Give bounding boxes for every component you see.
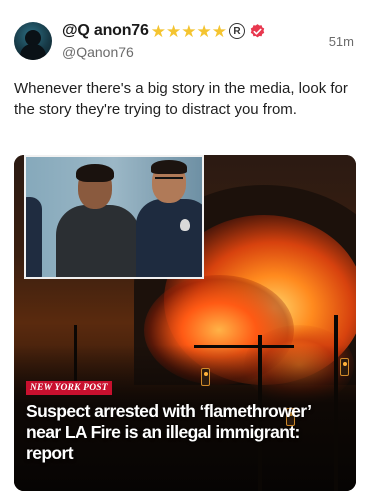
star-icon: ★ <box>196 21 212 41</box>
news-headline: Suspect arrested with ‘flamethrower’ nea… <box>26 401 311 463</box>
traffic-signal-icon <box>340 358 349 376</box>
author-display-name[interactable]: @Q anon76 <box>62 22 149 40</box>
news-source-label: NEW YORK POST <box>26 381 112 395</box>
inset-photo-arrest <box>24 155 204 279</box>
suspect-shirt-shape <box>56 205 140 277</box>
post-timestamp[interactable]: 51m <box>329 34 354 49</box>
suspect-hair-shape <box>76 164 114 182</box>
street-pole <box>194 345 294 348</box>
author-handle[interactable]: @Qanon76 <box>62 44 134 60</box>
avatar[interactable] <box>14 22 52 60</box>
author-name-row: @Q anon76 ★ ★ ★ ★ ★ R <box>62 20 266 42</box>
street-pole <box>74 325 77 385</box>
star-icon: ★ <box>150 21 166 41</box>
police-badge-icon <box>180 219 190 231</box>
star-icon: ★ <box>211 21 227 41</box>
officer-uniform-shape <box>136 199 202 277</box>
verified-badge-icon <box>250 23 265 37</box>
star-emoji-group: ★ ★ ★ ★ ★ <box>151 23 227 40</box>
post-body-text: Whenever there's a big story in the medi… <box>14 80 348 118</box>
officer-figure <box>136 157 202 277</box>
officer-shoulder-shape <box>26 197 42 277</box>
star-icon: ★ <box>165 21 182 41</box>
star-icon: ★ <box>181 21 197 41</box>
avatar-body-shape <box>20 44 46 60</box>
media-caption: NEW YORK POST Suspect arrested with ‘fla… <box>26 377 346 464</box>
media-image[interactable]: NEW YORK POST Suspect arrested with ‘fla… <box>14 155 356 491</box>
officer-hair-shape <box>151 160 187 174</box>
suspect-figure <box>56 164 140 277</box>
glasses-icon <box>155 177 183 183</box>
registered-icon: R <box>228 23 245 39</box>
post-card: @Q anon76 ★ ★ ★ ★ ★ R @Qanon76 51m Whene… <box>0 0 370 500</box>
